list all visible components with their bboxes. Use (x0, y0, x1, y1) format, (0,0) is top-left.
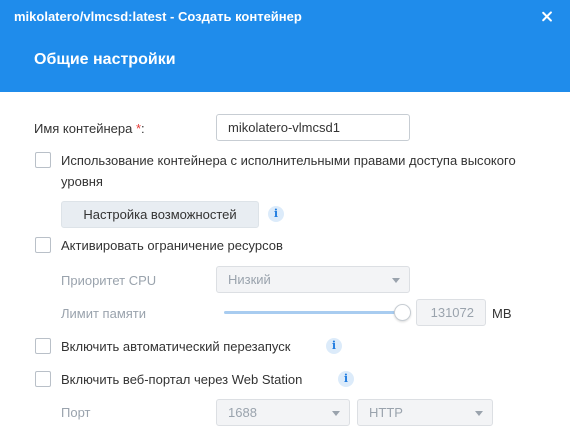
chevron-down-icon (332, 411, 340, 416)
protocol-value: HTTP (369, 405, 403, 420)
auto-restart-label: Включить автоматический перезапуск (61, 339, 291, 354)
dialog-header: mikolatero/vlmcsd:latest - Создать конте… (0, 0, 570, 92)
memory-limit-label: Лимит памяти (61, 306, 147, 321)
cpu-priority-select[interactable]: Низкий (216, 266, 410, 293)
info-icon[interactable]: i (326, 338, 342, 354)
container-name-input[interactable]: mikolatero-vlmcsd1 (216, 114, 410, 141)
port-select[interactable]: 1688 (216, 399, 350, 426)
container-name-label: Имя контейнера *: (34, 121, 145, 136)
web-portal-checkbox[interactable] (35, 371, 51, 387)
capabilities-button[interactable]: Настройка возможностей (61, 201, 259, 228)
resource-limit-label: Активировать ограничение ресурсов (61, 238, 283, 253)
port-value: 1688 (228, 405, 257, 420)
section-title: Общие настройки (34, 51, 176, 68)
high-privilege-label: Использование контейнера с исполнительны… (61, 153, 516, 189)
high-privilege-checkbox[interactable] (35, 152, 51, 168)
memory-unit-label: MB (492, 306, 512, 321)
memory-slider-track[interactable] (224, 311, 403, 314)
memory-limit-input[interactable]: 131072 (416, 299, 486, 326)
port-label: Порт (61, 405, 91, 420)
chevron-down-icon (392, 278, 400, 283)
auto-restart-checkbox[interactable] (35, 338, 51, 354)
chevron-down-icon (475, 411, 483, 416)
close-icon[interactable] (536, 6, 558, 28)
resource-limit-checkbox[interactable] (35, 237, 51, 253)
protocol-select[interactable]: HTTP (357, 399, 493, 426)
cpu-priority-value: Низкий (228, 272, 271, 287)
cpu-priority-label: Приоритет CPU (61, 273, 157, 288)
memory-slider-thumb[interactable] (394, 304, 411, 321)
window-title: mikolatero/vlmcsd:latest - Создать конте… (14, 9, 302, 24)
info-icon[interactable]: i (338, 371, 354, 387)
info-icon[interactable]: i (268, 206, 284, 222)
web-portal-label: Включить веб-портал через Web Station (61, 372, 303, 387)
